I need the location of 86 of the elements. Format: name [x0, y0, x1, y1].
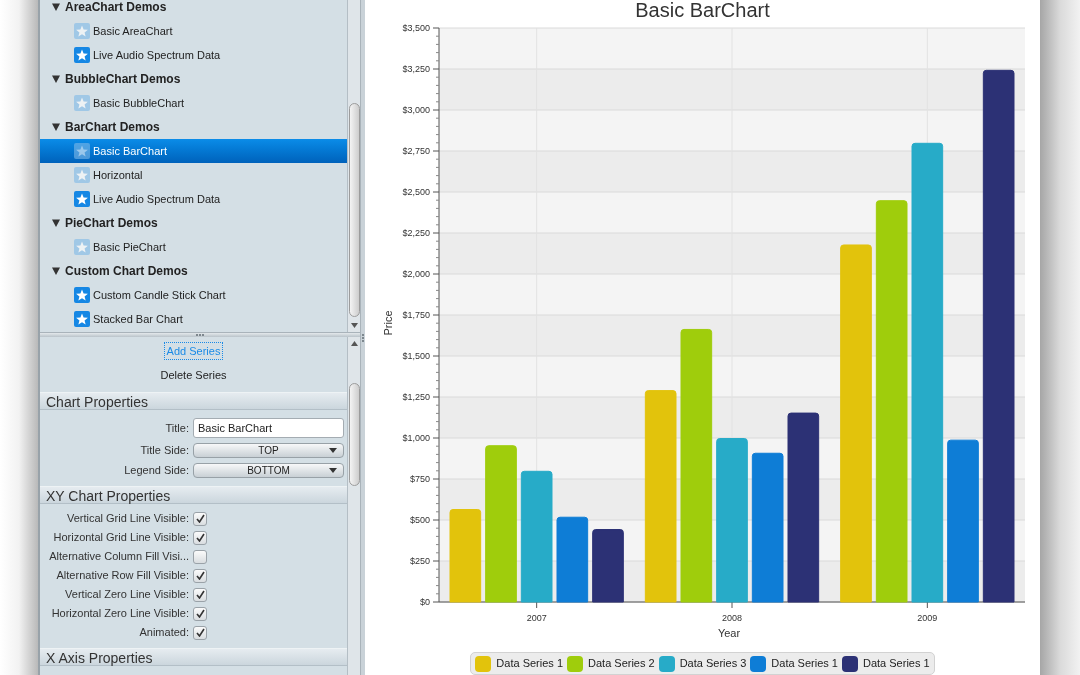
tree-category[interactable]: AreaChart Demos: [40, 0, 347, 19]
field-label: Legend Side:: [123, 463, 189, 479]
axis-title: Price: [382, 310, 394, 336]
legend-label: Data Series 1: [863, 656, 930, 672]
axis-tick-label: $2,750: [402, 146, 430, 156]
checkbox[interactable]: [193, 530, 207, 545]
tree-category[interactable]: Custom Chart Demos: [40, 259, 347, 283]
section-header: XY Chart Properties: [40, 486, 347, 504]
axis-tick-label: $750: [409, 474, 430, 484]
tree-item[interactable]: Horizontal: [40, 163, 347, 187]
tree-item[interactable]: Basic AreaChart: [40, 19, 347, 43]
field-label: Vertical Grid Line Visible:: [65, 511, 189, 527]
axis-tick-label: $250: [409, 556, 430, 566]
scroll-thumb[interactable]: [348, 103, 360, 317]
field-label: Alternative Column Fill Visi...: [48, 549, 189, 565]
tree-category[interactable]: BarChart Demos: [40, 115, 347, 139]
star-icon: [74, 311, 90, 327]
axis-tick-label: $2,500: [402, 187, 430, 197]
chart-title: Basic BarChart: [635, 0, 770, 20]
field-label: Vertical Zero Line Visible:: [64, 587, 189, 603]
axis-title: Year: [717, 627, 741, 639]
checkbox[interactable]: [193, 606, 207, 621]
triangle-down-icon[interactable]: [52, 219, 60, 227]
checkbox[interactable]: [193, 568, 207, 583]
axis-tick-label: $500: [409, 515, 430, 525]
section-header: X Axis Properties: [40, 648, 347, 666]
axis-tick-label: $1,000: [402, 433, 430, 443]
legend-label: Data Series 1: [496, 656, 563, 672]
tree-category[interactable]: BubbleChart Demos: [40, 67, 347, 91]
legend-label: Data Series 2: [588, 656, 655, 672]
checkbox[interactable]: [193, 511, 207, 526]
axis-tick-label: 2008: [722, 613, 742, 623]
axis-tick-label: $1,750: [402, 310, 430, 320]
axis-tick-label: $3,000: [402, 105, 430, 115]
star-icon: [74, 287, 90, 303]
axis-tick-label: $1,500: [402, 351, 430, 361]
triangle-down-icon[interactable]: [52, 267, 60, 275]
checkbox[interactable]: [193, 587, 207, 602]
tree-item[interactable]: Live Audio Spectrum Data: [40, 43, 347, 67]
tree-item[interactable]: Basic BarChart: [40, 139, 347, 163]
text-link[interactable]: Delete Series: [157, 366, 230, 384]
field-label: Title Side:: [139, 443, 189, 459]
section-header: Chart Properties: [40, 392, 347, 410]
input-field[interactable]: Basic BarChart: [193, 418, 344, 438]
axis-tick-label: $0: [420, 597, 430, 607]
scroll-thumb[interactable]: [348, 383, 360, 486]
tree-item[interactable]: Live Audio Spectrum Data: [40, 187, 347, 211]
field-label: Horizontal Grid Line Visible:: [52, 530, 189, 546]
triangle-down-icon[interactable]: [52, 123, 60, 131]
field-label: Horizontal Zero Line Visible:: [50, 606, 189, 622]
legend-label: Data Series 3: [679, 656, 747, 672]
tree-item[interactable]: Basic BubbleChart: [40, 91, 347, 115]
checkbox[interactable]: [193, 549, 207, 564]
tree-category[interactable]: PieChart Demos: [40, 211, 347, 235]
dropdown[interactable]: TOP: [193, 443, 344, 458]
tree-item[interactable]: Stacked Bar Chart: [40, 307, 347, 331]
field-label: Alternative Row Fill Visible:: [55, 568, 189, 584]
axis-tick-label: $2,250: [402, 228, 430, 238]
legend-label: Data Series 1: [771, 656, 838, 672]
star-icon: [74, 95, 90, 111]
field-label: Title:: [164, 420, 189, 436]
scrollbar[interactable]: [347, 0, 360, 332]
star-icon: [74, 191, 90, 207]
star-icon: [74, 167, 90, 183]
field-label: Animated:: [138, 625, 189, 641]
scrollbar[interactable]: [347, 337, 360, 675]
triangle-down-icon[interactable]: [52, 75, 60, 83]
dropdown[interactable]: BOTTOM: [193, 463, 344, 478]
axis-tick-label: 2009: [917, 613, 938, 623]
axis-tick-label: $1,250: [402, 392, 430, 402]
star-icon: [74, 23, 90, 39]
star-icon: [74, 47, 90, 63]
axis-tick-label: $3,500: [402, 23, 430, 33]
axis-tick-label: $2,000: [402, 269, 430, 279]
caret-icon: [329, 448, 337, 453]
caret-icon: [329, 468, 337, 473]
axis-tick-label: $3,250: [402, 64, 430, 74]
tree-item[interactable]: Basic PieChart: [40, 235, 347, 259]
checkbox[interactable]: [193, 625, 207, 640]
triangle-down-icon[interactable]: [52, 3, 60, 11]
arrow-down-icon[interactable]: [350, 323, 358, 328]
tree-item[interactable]: Custom Candle Stick Chart: [40, 283, 347, 307]
star-icon: [74, 143, 90, 159]
arrow-up-icon[interactable]: [350, 341, 358, 346]
axis-tick-label: 2007: [526, 613, 547, 623]
star-icon: [74, 239, 90, 255]
